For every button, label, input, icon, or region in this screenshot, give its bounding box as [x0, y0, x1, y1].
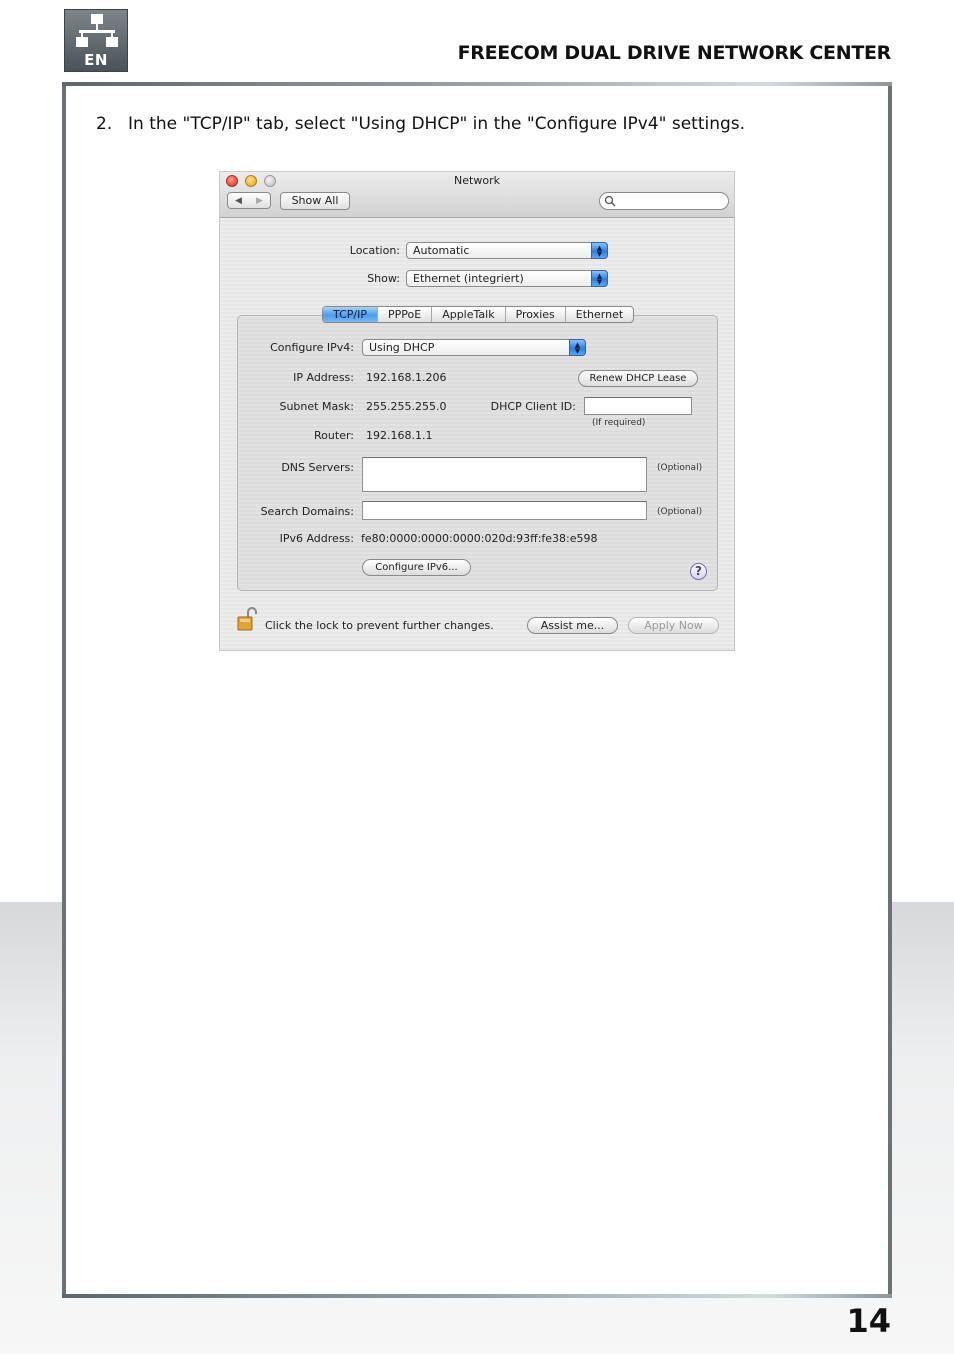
configure-ipv4-popup[interactable]: Using DHCP ▲ ▼	[362, 339, 586, 356]
instruction-step: 2. In the "TCP/IP" tab, select "Using DHC…	[96, 114, 745, 134]
dns-servers-hint: (Optional)	[657, 463, 703, 473]
step-number: 2.	[96, 114, 113, 134]
dns-servers-field[interactable]	[362, 457, 647, 492]
tab-bar: TCP/IP PPPoE AppleTalk Proxies Ethernet	[322, 306, 635, 323]
ip-address-label: IP Address:	[293, 371, 354, 384]
lock-message: Click the lock to prevent further change…	[265, 619, 494, 632]
router-label: Router:	[314, 429, 354, 442]
page-number: 14	[846, 1302, 891, 1340]
search-domains-hint: (Optional)	[657, 507, 703, 517]
dhcp-client-id-hint: (If required)	[592, 418, 646, 428]
show-label: Show:	[367, 272, 400, 285]
popup-arrows-icon: ▲ ▼	[591, 270, 608, 287]
show-all-button[interactable]: Show All	[280, 192, 350, 210]
window-toolbar: Network ◀ ▶ Show All	[220, 172, 734, 218]
popup-arrows-icon: ▲ ▼	[569, 339, 586, 356]
ipv6-address-value: fe80:0000:0000:0000:020d:93ff:fe38:e598	[361, 532, 598, 545]
location-popup[interactable]: Automatic ▲ ▼	[406, 242, 608, 259]
tab-pppoe[interactable]: PPPoE	[378, 307, 433, 322]
search-domains-field[interactable]	[362, 501, 647, 520]
search-field[interactable]	[599, 192, 729, 210]
ip-address-value: 192.168.1.206	[366, 371, 447, 384]
help-icon[interactable]: ?	[690, 563, 707, 580]
subnet-mask-value: 255.255.255.0	[366, 400, 447, 413]
assist-me-button[interactable]: Assist me...	[527, 617, 618, 634]
ipv6-address-label: IPv6 Address:	[279, 532, 354, 545]
popup-arrows-icon: ▲ ▼	[591, 242, 608, 259]
location-value: Automatic	[413, 244, 470, 257]
apply-now-button[interactable]: Apply Now	[628, 617, 719, 634]
dhcp-client-id-field[interactable]	[584, 397, 692, 415]
frame-top-edge	[62, 82, 892, 86]
search-domains-label: Search Domains:	[260, 505, 354, 518]
configure-ipv6-button[interactable]: Configure IPv6...	[362, 559, 471, 576]
tab-tcpip[interactable]: TCP/IP	[323, 307, 378, 322]
language-code: EN	[84, 51, 108, 69]
show-value: Ethernet (integriert)	[413, 272, 524, 285]
tab-ethernet[interactable]: Ethernet	[566, 307, 633, 322]
network-logo: EN	[64, 9, 128, 72]
network-window: Network ◀ ▶ Show All Location: Automatic…	[219, 171, 735, 651]
router-value: 192.168.1.1	[366, 429, 433, 442]
tab-panel	[237, 315, 718, 591]
renew-dhcp-lease-button[interactable]: Renew DHCP Lease	[578, 370, 698, 387]
network-icon	[76, 14, 118, 47]
subnet-mask-label: Subnet Mask:	[279, 400, 354, 413]
dhcp-client-id-label: DHCP Client ID:	[490, 400, 576, 413]
back-forward-buttons[interactable]: ◀ ▶	[227, 192, 271, 209]
document-title: FREECOM DUAL DRIVE NETWORK CENTER	[457, 42, 892, 64]
tab-proxies[interactable]: Proxies	[506, 307, 566, 322]
location-label: Location:	[349, 244, 400, 257]
forward-arrow-icon[interactable]: ▶	[256, 196, 263, 206]
lock-icon[interactable]	[236, 606, 258, 635]
frame-bottom-edge	[62, 1294, 892, 1298]
back-arrow-icon[interactable]: ◀	[235, 196, 242, 206]
search-icon	[604, 195, 616, 207]
dns-servers-label: DNS Servers:	[281, 461, 354, 474]
step-text: In the "TCP/IP" tab, select "Using DHCP"…	[128, 114, 746, 134]
window-title: Network	[454, 174, 500, 187]
tab-appletalk[interactable]: AppleTalk	[432, 307, 506, 322]
configure-ipv4-value: Using DHCP	[369, 341, 435, 354]
show-popup[interactable]: Ethernet (integriert) ▲ ▼	[406, 270, 608, 287]
configure-ipv4-label: Configure IPv4:	[270, 341, 354, 354]
